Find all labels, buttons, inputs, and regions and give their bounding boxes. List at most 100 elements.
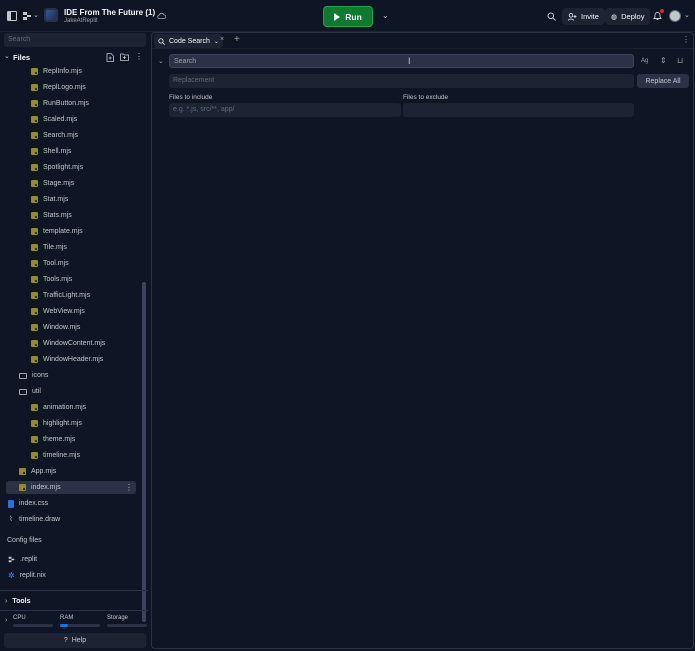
run-button[interactable]: Run: [323, 6, 373, 27]
chevron-down-icon[interactable]: ⌄: [33, 11, 39, 21]
js-file-icon: [31, 340, 38, 347]
tree-item-label: animation.mjs: [43, 404, 87, 411]
sidebar-divider: [0, 610, 148, 611]
tree-file[interactable]: WindowHeader.mjs: [31, 353, 103, 366]
tree-item-label: ReplInfo.mjs: [43, 68, 82, 75]
match-case-icon[interactable]: Ag: [641, 58, 648, 64]
tree-file[interactable]: Spotlight.mjs: [31, 161, 83, 174]
tree-file[interactable]: Window.mjs: [31, 321, 80, 334]
new-file-icon[interactable]: [106, 53, 114, 62]
js-file-icon: [31, 132, 38, 139]
tree-file[interactable]: Stage.mjs: [31, 177, 74, 190]
deploy-label: Deploy: [621, 12, 645, 21]
account-chevron-icon[interactable]: ⌄: [684, 11, 690, 21]
tree-file[interactable]: Tool.mjs: [31, 257, 69, 270]
css-file-icon: [8, 499, 14, 508]
exclude-input[interactable]: [403, 103, 634, 117]
cloud-icon: [157, 12, 166, 19]
folder-icon: [19, 372, 27, 379]
tree-file[interactable]: ⌇ timeline.draw: [8, 513, 60, 526]
tree-file[interactable]: timeline.mjs: [31, 449, 80, 462]
tree-item-label: WindowContent.mjs: [43, 340, 106, 347]
regex-icon[interactable]: ⇕: [660, 56, 667, 65]
chevron-down-icon: ⌄: [4, 53, 10, 60]
whole-word-icon[interactable]: ⊔: [677, 56, 683, 65]
sidebar-search-input[interactable]: Search: [4, 33, 146, 47]
tree-file[interactable]: WindowContent.mjs: [31, 337, 105, 350]
files-header[interactable]: ⌄ Files ⋮: [0, 52, 148, 64]
repl-menu-chevron-icon[interactable]: ⌄: [144, 11, 150, 21]
tree-file[interactable]: template.mjs: [31, 225, 83, 238]
chevron-down-icon[interactable]: ⌄: [214, 38, 219, 45]
include-input[interactable]: e.g. *.js, src/**, app/: [169, 103, 401, 117]
config-item-replit-nix[interactable]: ✲ replit.nix: [8, 569, 46, 582]
tree-item-label: Shell.mjs: [43, 148, 72, 155]
replit-logo-icon[interactable]: [22, 11, 32, 21]
js-file-icon: [31, 436, 38, 443]
user-avatar[interactable]: [669, 10, 681, 22]
tree-file[interactable]: highlight.mjs: [31, 417, 82, 430]
tab-label: Code Search: [169, 37, 210, 45]
tree-file[interactable]: index.css: [8, 497, 48, 510]
repl-title[interactable]: IDE From The Future (1): [64, 8, 155, 17]
tree-file[interactable]: Stat.mjs: [31, 193, 68, 206]
tree-file[interactable]: index.mjs ⋮: [6, 481, 136, 494]
help-button[interactable]: ? Help: [4, 633, 146, 648]
tree-file[interactable]: ReplLogo.mjs: [31, 81, 86, 94]
collapse-replace-chevron-icon[interactable]: ⌄: [158, 57, 164, 65]
tree-file[interactable]: ReplInfo.mjs: [31, 65, 82, 78]
tree-file[interactable]: Stats.mjs: [31, 209, 72, 222]
pane-more-icon[interactable]: ⋮: [682, 35, 690, 44]
tree-file[interactable]: Shell.mjs: [31, 145, 71, 158]
config-item-replit[interactable]: .replit: [8, 553, 37, 566]
play-icon: [334, 12, 341, 21]
replace-all-button[interactable]: Replace All: [637, 74, 689, 88]
tree-item-label: Tile.mjs: [43, 244, 67, 251]
tools-header[interactable]: › Tools: [5, 595, 31, 608]
new-tab-icon[interactable]: +: [234, 34, 240, 45]
search-input[interactable]: Search: [169, 54, 634, 68]
exclude-label: Files to exclude: [403, 94, 449, 101]
new-folder-icon[interactable]: [120, 53, 129, 61]
replacement-input[interactable]: Replacement: [169, 74, 634, 88]
chevron-right-icon: ›: [5, 598, 8, 605]
tools-title: Tools: [12, 598, 31, 605]
repl-owner[interactable]: JakeAtReplit: [64, 18, 98, 24]
tree-file[interactable]: App.mjs: [19, 465, 56, 478]
tree-item-label: Stats.mjs: [43, 212, 72, 219]
tree-item-label: theme.mjs: [43, 436, 76, 443]
resources-chevron-icon[interactable]: ›: [5, 616, 7, 626]
tree-folder[interactable]: icons: [19, 369, 48, 382]
sidebar-divider: [0, 590, 148, 591]
tree-file[interactable]: animation.mjs: [31, 401, 86, 414]
js-file-icon: [31, 84, 38, 91]
js-file-icon: [31, 292, 38, 299]
tree-file[interactable]: Search.mjs: [31, 129, 78, 142]
js-file-icon: [31, 420, 38, 427]
deploy-button[interactable]: ◍ Deploy: [605, 8, 651, 25]
tab-code-search[interactable]: Code Search ⌄: [154, 34, 223, 48]
invite-button[interactable]: Invite: [562, 8, 605, 25]
close-tab-icon[interactable]: ×: [220, 36, 224, 43]
sidebar-scrollbar[interactable]: [142, 282, 146, 622]
search-icon: [158, 37, 165, 45]
tree-item-label: TrafficLight.mjs: [43, 292, 91, 299]
search-icon[interactable]: [547, 12, 556, 21]
tree-file[interactable]: theme.mjs: [31, 433, 75, 446]
tree-item-label: template.mjs: [43, 228, 83, 235]
tree-file[interactable]: WebView.mjs: [31, 305, 85, 318]
tree-item-label: highlight.mjs: [43, 420, 82, 427]
tree-file[interactable]: Tile.mjs: [31, 241, 67, 254]
tree-file[interactable]: Scaled.mjs: [31, 113, 77, 126]
js-file-icon: [31, 324, 38, 331]
sidebar-toggle-icon[interactable]: [7, 11, 17, 21]
files-more-icon[interactable]: ⋮: [135, 52, 143, 62]
run-options-chevron-icon[interactable]: ⌄: [382, 11, 389, 21]
js-file-icon: [31, 100, 38, 107]
tree-file[interactable]: TrafficLight.mjs: [31, 289, 90, 302]
file-more-icon[interactable]: ⋮: [125, 483, 133, 492]
gear-icon: ✲: [8, 571, 15, 580]
tree-folder[interactable]: util: [19, 385, 41, 398]
tree-file[interactable]: RunButton.mjs: [31, 97, 89, 110]
tree-file[interactable]: Tools.mjs: [31, 273, 72, 286]
